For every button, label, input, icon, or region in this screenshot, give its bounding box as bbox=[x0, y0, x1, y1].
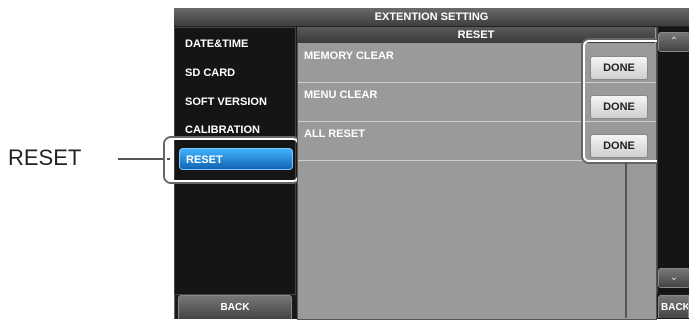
back-button-right[interactable]: BACK bbox=[658, 295, 689, 318]
scroll-column bbox=[657, 27, 689, 293]
callout-label-reset: RESET bbox=[8, 145, 82, 170]
callout-line bbox=[118, 158, 170, 160]
chevron-up-icon[interactable]: ⌃ bbox=[658, 32, 689, 52]
sidebar-item-calibration[interactable]: CALIBRATION bbox=[185, 124, 260, 136]
callout-line-done bbox=[625, 162, 627, 318]
sidebar-item-soft-version[interactable]: SOFT VERSION bbox=[185, 96, 267, 108]
chevron-down-icon[interactable]: ⌄ bbox=[658, 268, 689, 288]
sidebar-item-sd-card[interactable]: SD CARD bbox=[185, 67, 235, 79]
menu-clear-label: MENU CLEAR bbox=[304, 89, 378, 101]
back-button[interactable]: BACK bbox=[178, 295, 292, 319]
screen-title: EXTENTION SETTING bbox=[174, 8, 689, 27]
memory-clear-label: MEMORY CLEAR bbox=[304, 50, 394, 62]
reset-highlight-frame bbox=[165, 138, 299, 182]
done-buttons-highlight-frame bbox=[583, 40, 668, 162]
sidebar-item-date-time[interactable]: DATE&TIME bbox=[185, 38, 248, 50]
all-reset-label: ALL RESET bbox=[304, 128, 365, 140]
